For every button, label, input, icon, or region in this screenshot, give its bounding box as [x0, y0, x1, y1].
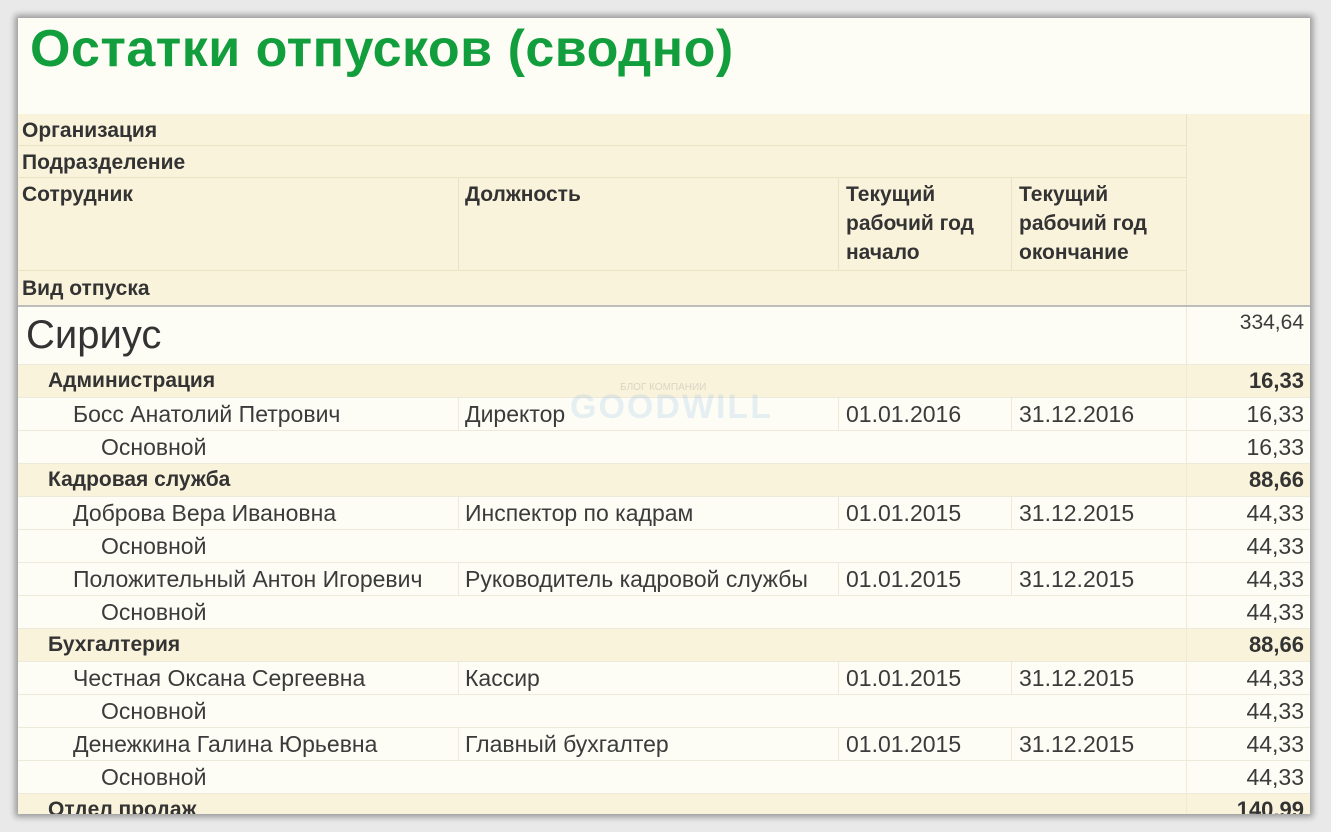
table-header: Организация Подразделение Сотрудник Долж…	[18, 114, 1310, 306]
header-year-start-line3: начало	[846, 241, 920, 264]
watermark-logo: GOODWILL	[570, 388, 773, 426]
org-total: 334,64	[1239, 311, 1304, 334]
dept-name: Кадровая служба	[48, 468, 231, 491]
table-row-type[interactable]: Основной 44,33	[18, 761, 1310, 794]
employee-position: Главный бухгалтер	[465, 730, 669, 757]
header-year-end-line2: рабочий год	[1019, 212, 1147, 235]
table-row-emp[interactable]: Положительный Антон Игоревич Руководитель…	[18, 563, 1310, 596]
dept-total: 88,66	[1248, 467, 1304, 492]
table-row-type[interactable]: Основной 16,33	[18, 431, 1310, 464]
header-year-end-line1: Текущий	[1019, 183, 1109, 206]
table-row-type[interactable]: Основной 44,33	[18, 695, 1310, 728]
emp-name: Честная Оксана Сергеевна	[73, 664, 366, 691]
employee-end: 31.12.2016	[1019, 400, 1135, 427]
type-total: 44,33	[1246, 697, 1304, 724]
emp-total: 44,33	[1246, 565, 1304, 592]
dept-name: Администрация	[48, 369, 216, 392]
employee-end: 31.12.2015	[1019, 565, 1135, 592]
employee-end: 31.12.2015	[1019, 730, 1135, 757]
header-employee[interactable]: Сотрудник	[22, 180, 133, 209]
dept-total: 140,99	[1236, 797, 1304, 814]
type-total: 44,33	[1246, 598, 1304, 625]
dept-name: Бухгалтерия	[48, 633, 181, 656]
employee-start: 01.01.2016	[846, 400, 962, 427]
employee-position: Кассир	[465, 664, 540, 691]
emp-total: 16,33	[1246, 400, 1304, 427]
header-year-start-line2: рабочий год	[846, 212, 974, 235]
table-row-org[interactable]: Сириус 334,64	[18, 307, 1310, 365]
header-organization[interactable]: Организация	[22, 116, 157, 145]
table-row-type[interactable]: Основной 44,33	[18, 596, 1310, 629]
header-year-start[interactable]: Текущий рабочий год начало	[846, 180, 974, 267]
header-year-end[interactable]: Текущий рабочий год окончание	[1019, 180, 1147, 267]
type-name: Основной	[101, 433, 207, 460]
type-total: 44,33	[1246, 532, 1304, 559]
header-department[interactable]: Подразделение	[22, 148, 185, 177]
header-year-end-line3: окончание	[1019, 241, 1129, 264]
dept-name: Отдел продаж	[48, 798, 197, 814]
emp-total: 44,33	[1246, 664, 1304, 691]
type-name: Основной	[101, 763, 207, 790]
table-row-emp[interactable]: Денежкина Галина Юрьевна Главный бухгалте…	[18, 728, 1310, 761]
dept-total: 16,33	[1248, 368, 1304, 393]
type-total: 16,33	[1246, 433, 1304, 460]
table-row-type[interactable]: Основной 44,33	[18, 530, 1310, 563]
type-total: 44,33	[1246, 763, 1304, 790]
type-name: Основной	[101, 532, 207, 559]
employee-start: 01.01.2015	[846, 664, 962, 691]
table-row-emp[interactable]: Доброва Вера Ивановна Инспектор по кадрам…	[18, 497, 1310, 530]
emp-total: 44,33	[1246, 730, 1304, 757]
type-name: Основной	[101, 598, 207, 625]
header-year-start-line1: Текущий	[846, 183, 936, 206]
employee-start: 01.01.2015	[846, 730, 962, 757]
employee-position: Инспектор по кадрам	[465, 499, 694, 526]
employee-end: 31.12.2015	[1019, 499, 1135, 526]
emp-name: Положительный Антон Игоревич	[73, 565, 423, 592]
emp-name: Денежкина Галина Юрьевна	[73, 730, 378, 757]
table-row-dept[interactable]: Бухгалтерия 88,66	[18, 629, 1310, 662]
table-row-dept[interactable]: Отдел продаж 140,99	[18, 794, 1310, 814]
header-leave-type[interactable]: Вид отпуска	[22, 274, 150, 303]
employee-start: 01.01.2015	[846, 499, 962, 526]
table-row-emp[interactable]: Честная Оксана Сергеевна Кассир 01.01.2015…	[18, 662, 1310, 695]
dept-total: 88,66	[1248, 632, 1304, 657]
emp-total: 44,33	[1246, 499, 1304, 526]
emp-name: Доброва Вера Ивановна	[73, 499, 337, 526]
header-position[interactable]: Должность	[465, 180, 581, 209]
employee-start: 01.01.2015	[846, 565, 962, 592]
report-sheet: Остатки отпусков (сводно) Организация По…	[18, 18, 1310, 814]
org-name: Сириус	[26, 313, 162, 357]
table-row-dept[interactable]: Кадровая служба 88,66	[18, 464, 1310, 497]
employee-end: 31.12.2015	[1019, 664, 1135, 691]
employee-position: Руководитель кадровой службы	[465, 565, 808, 592]
employee-position: Директор	[465, 400, 566, 427]
emp-name: Босс Анатолий Петрович	[73, 400, 341, 427]
type-name: Основной	[101, 697, 207, 724]
report-title: Остатки отпусков (сводно)	[30, 20, 734, 78]
